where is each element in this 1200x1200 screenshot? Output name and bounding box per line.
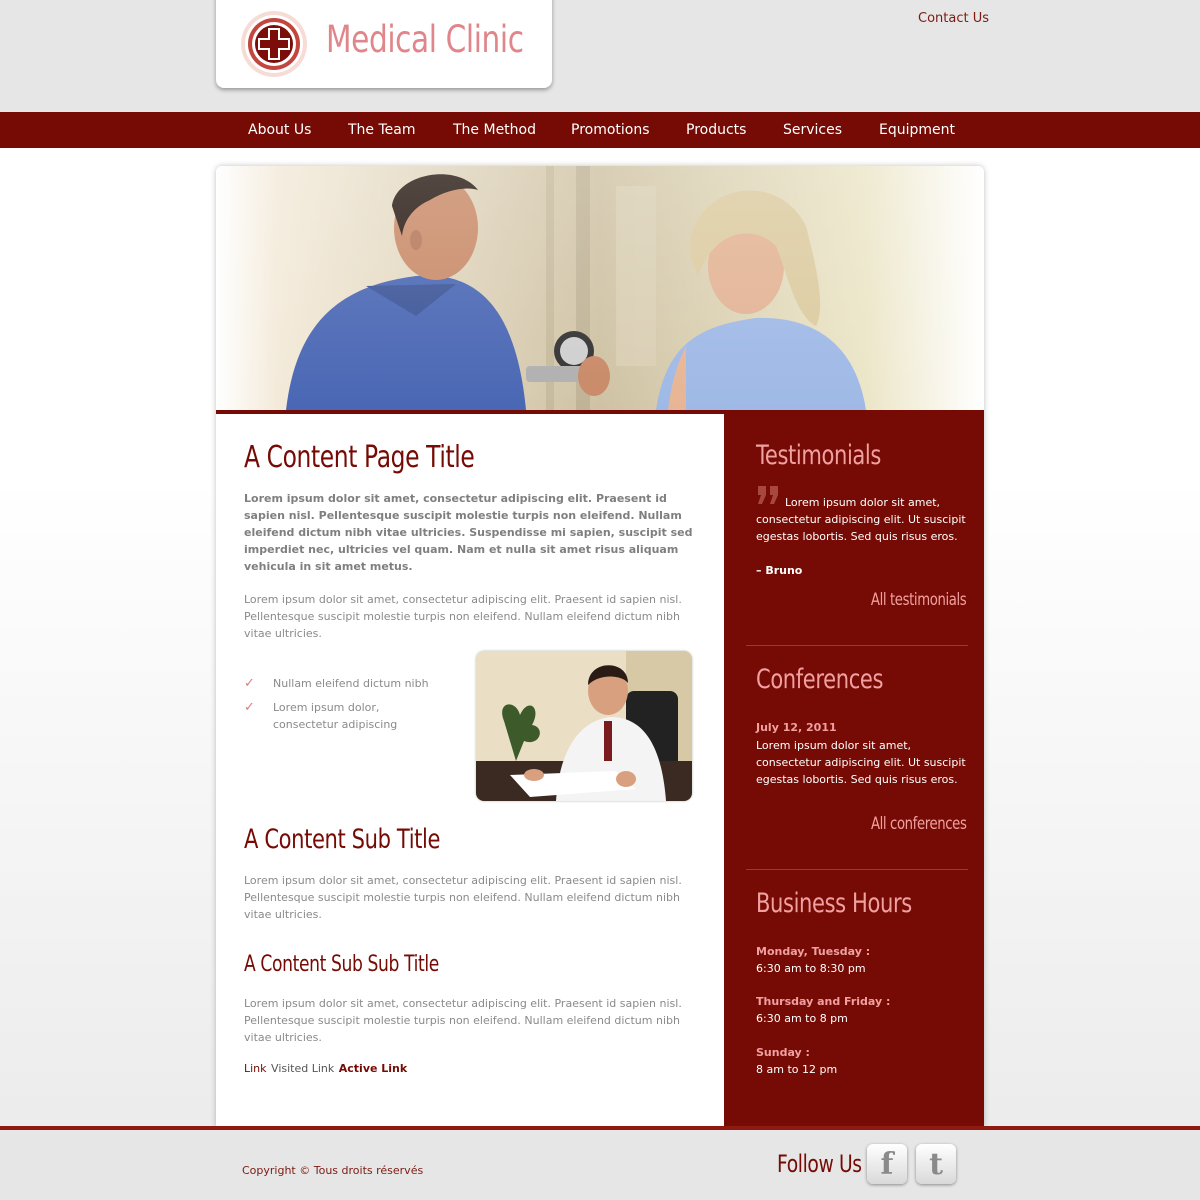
list-item: ✓ Lorem ipsum dolor, consectetur adipisc… bbox=[244, 699, 424, 733]
copyright-text: Copyright © Tous droits réservés bbox=[242, 1164, 424, 1177]
body-paragraph: Lorem ipsum dolor sit amet, consectetur … bbox=[244, 593, 682, 640]
business-hours-title: Business Hours bbox=[756, 888, 912, 919]
testimonial-author: – Bruno bbox=[756, 564, 803, 577]
content-sub-title: A Content Sub Title bbox=[244, 824, 441, 855]
sample-visited-link[interactable]: Visited Link bbox=[271, 1062, 334, 1075]
nav-item-services[interactable]: Services bbox=[783, 112, 842, 148]
hours-time: 6:30 am to 8:30 pm bbox=[756, 962, 866, 975]
conference-date: July 12, 2011 bbox=[756, 721, 837, 734]
sidebar-divider bbox=[746, 869, 968, 870]
checkmark-icon: ✓ bbox=[244, 676, 255, 691]
check-list: ✓ Nullam eleifend dictum nibh ✓ Lorem ip… bbox=[244, 675, 444, 740]
sample-link[interactable]: Link bbox=[244, 1062, 267, 1075]
body-paragraph: Lorem ipsum dolor sit amet, consectetur … bbox=[244, 997, 682, 1044]
content-sub-sub-title: A Content Sub Sub Title bbox=[244, 952, 439, 977]
footer: Copyright © Tous droits réservés Follow … bbox=[0, 1130, 1200, 1200]
doctor-photo bbox=[476, 651, 692, 801]
list-item: ✓ Nullam eleifend dictum nibh bbox=[244, 675, 444, 692]
sidebar-divider bbox=[746, 645, 968, 646]
link-samples: Link Visited Link Active Link bbox=[244, 1062, 408, 1075]
sidebar: Testimonials Lorem ipsum dolor sit amet,… bbox=[724, 410, 984, 1128]
follow-us-label: Follow Us bbox=[777, 1150, 862, 1178]
nav-item-equipment[interactable]: Equipment bbox=[879, 112, 955, 148]
list-item-text: Nullam eleifend dictum nibh bbox=[273, 677, 429, 690]
contact-us-link[interactable]: Contact Us bbox=[918, 11, 989, 26]
conferences-title: Conferences bbox=[756, 664, 884, 695]
testimonial-quote: Lorem ipsum dolor sit amet, consectetur … bbox=[756, 496, 966, 543]
main-column: A Content Page Title Lorem ipsum dolor s… bbox=[216, 0, 724, 1126]
facebook-icon[interactable]: f bbox=[867, 1144, 907, 1184]
hours-time: 6:30 am to 8 pm bbox=[756, 1012, 848, 1025]
conference-text: Lorem ipsum dolor sit amet, consectetur … bbox=[756, 739, 966, 786]
checkmark-icon: ✓ bbox=[244, 700, 255, 715]
lead-paragraph: Lorem ipsum dolor sit amet, consectetur … bbox=[244, 492, 693, 573]
sample-active-link[interactable]: Active Link bbox=[339, 1062, 407, 1075]
body-paragraph: Lorem ipsum dolor sit amet, consectetur … bbox=[244, 874, 682, 921]
all-testimonials-link[interactable]: All testimonials bbox=[871, 590, 967, 610]
page-title: A Content Page Title bbox=[244, 440, 475, 475]
hours-days: Monday, Tuesday : bbox=[756, 945, 871, 958]
list-item-text: Lorem ipsum dolor, consectetur adipiscin… bbox=[273, 701, 398, 731]
testimonials-title: Testimonials bbox=[756, 440, 881, 471]
twitter-icon[interactable]: t bbox=[916, 1144, 956, 1184]
hours-days: Sunday : bbox=[756, 1046, 810, 1059]
hours-time: 8 am to 12 pm bbox=[756, 1063, 838, 1076]
hours-days: Thursday and Friday : bbox=[756, 995, 891, 1008]
all-conferences-link[interactable]: All conferences bbox=[870, 814, 966, 834]
